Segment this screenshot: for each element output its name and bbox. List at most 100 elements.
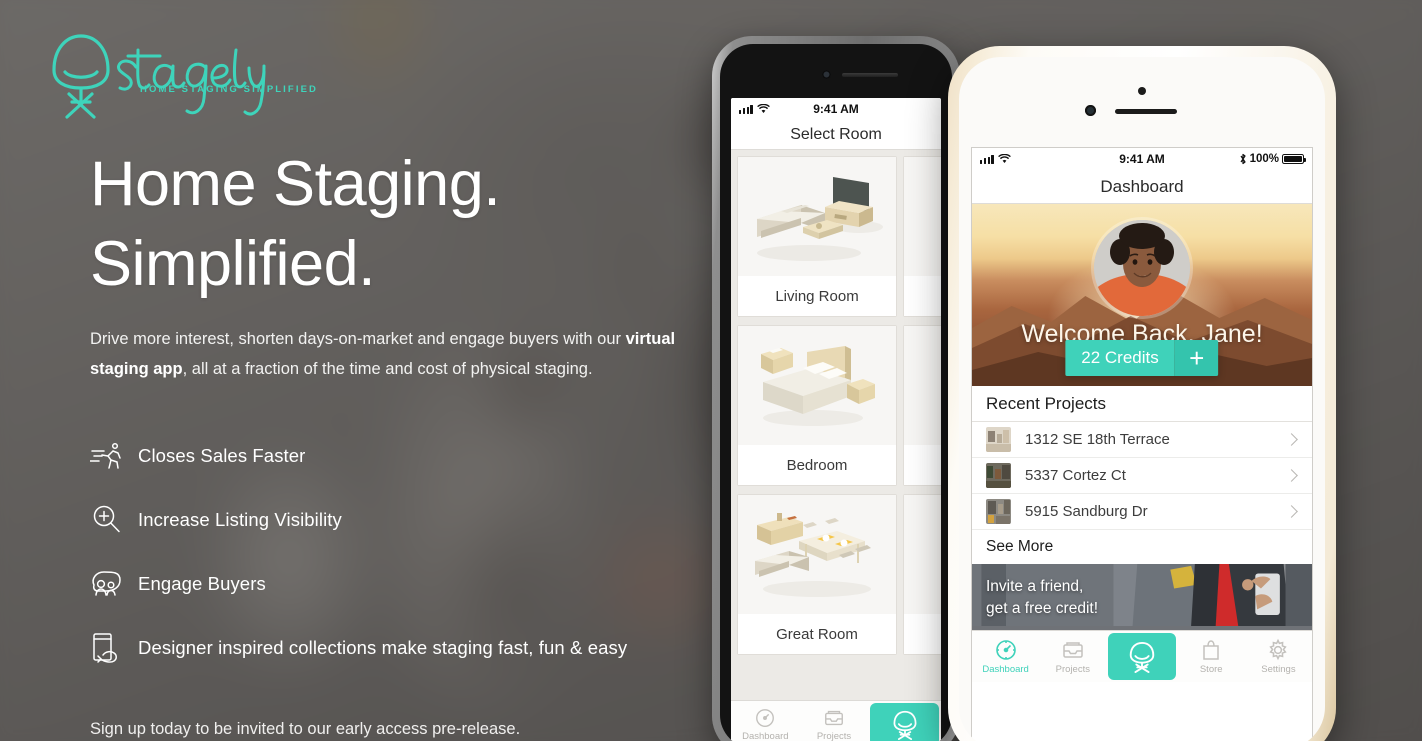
project-address: 5337 Cortez Ct	[1025, 467, 1126, 484]
phone-device-right: 9:41 AM 100% Dashboard Welcome Back, Jan…	[948, 46, 1336, 741]
status-left-group	[980, 154, 1119, 164]
project-address: 1312 SE 18th Terrace	[1025, 431, 1170, 448]
dashboard-hero-card: Welcome Back, Jane! 22 Credits +	[972, 204, 1312, 386]
stagely-logo[interactable]: HOME STAGING SIMPLIFIED	[40, 22, 316, 130]
bedroom-illustration	[738, 326, 896, 445]
room-label: Great Room	[738, 614, 896, 654]
tab-store-right[interactable]: Store	[1178, 631, 1245, 682]
credits-control[interactable]: 22 Credits +	[1065, 340, 1219, 376]
subcopy-part-2: , all at a fraction of the time and cost…	[182, 360, 593, 378]
chevron-right-icon	[1285, 505, 1298, 518]
tab-label: Projects	[816, 731, 852, 741]
chevron-right-icon	[1285, 469, 1298, 482]
hero-content: HOME STAGING SIMPLIFIED Home Staging. Si…	[0, 0, 760, 741]
room-card-great-room[interactable]: Great Room	[737, 494, 897, 655]
room-label-partial	[904, 445, 941, 485]
room-column-1: Living Room Bedroom Great Room	[737, 156, 897, 741]
table-row[interactable]: 1312 SE 18th Terrace	[972, 422, 1312, 458]
subcopy-part-1: Drive more interest, shorten days-on-mar…	[90, 330, 626, 348]
signup-text: Sign up today to be invited to our early…	[90, 720, 521, 738]
chair-logo-icon	[1129, 641, 1155, 673]
room-art-partial	[904, 326, 941, 445]
recent-projects-header: Recent Projects	[972, 386, 1312, 422]
headline-line-1: Home Staging.	[90, 149, 501, 219]
feature-item-increase-listing-visibility: Increase Listing Visibility	[90, 488, 760, 552]
tab-label: Projects	[1055, 664, 1090, 675]
battery-full-icon	[1282, 154, 1307, 164]
room-card-living-room[interactable]: Living Room	[737, 156, 897, 317]
tab-label: Dashboard	[982, 664, 1029, 675]
room-label-partial	[904, 276, 941, 316]
room-label: Living Room	[738, 276, 896, 316]
tab-settings-right[interactable]: Settings	[1245, 631, 1312, 682]
cellular-bars-icon	[980, 154, 994, 164]
hero-subcopy: Drive more interest, shorten days-on-mar…	[90, 324, 710, 384]
table-row[interactable]: 5337 Cortez Ct	[972, 458, 1312, 494]
see-more-link[interactable]: See More	[972, 530, 1312, 564]
invite-banner[interactable]: Invite a friend, get a free credit!	[972, 564, 1312, 630]
user-avatar-photo	[1094, 220, 1190, 316]
front-camera-icon	[822, 70, 831, 79]
invite-banner-text: Invite a friend, get a free credit!	[986, 576, 1098, 620]
logo-svg	[52, 34, 266, 119]
room-column-2	[903, 156, 941, 741]
phone-right-screen: 9:41 AM 100% Dashboard Welcome Back, Jan…	[971, 147, 1313, 741]
room-grid: Living Room Bedroom Great Room	[731, 150, 941, 741]
folder-icon	[1063, 642, 1083, 658]
gauge-icon	[995, 640, 1016, 660]
room-art-partial	[904, 157, 941, 276]
room-card-bedroom[interactable]: Bedroom	[737, 325, 897, 486]
chair-logo-icon	[893, 710, 917, 740]
feature-label: Designer inspired collections make stagi…	[138, 637, 628, 658]
front-camera-icon	[1085, 105, 1096, 116]
status-time: 9:41 AM	[813, 102, 859, 116]
earpiece-speaker	[842, 73, 898, 77]
feature-item-engage-buyers: Engage Buyers	[90, 552, 760, 616]
room-card-partial-1[interactable]	[903, 156, 941, 317]
project-thumbnail	[986, 427, 1011, 452]
phone-right-bezel: 9:41 AM 100% Dashboard Welcome Back, Jan…	[959, 57, 1325, 741]
shopping-bag-icon	[1203, 640, 1219, 660]
room-label: Bedroom	[738, 445, 896, 485]
living-room-illustration	[738, 157, 896, 276]
invite-line-1: Invite a friend,	[986, 578, 1084, 595]
folder-icon	[825, 710, 843, 726]
room-card-partial-2[interactable]	[903, 325, 941, 486]
feature-item-designer-collections: Designer inspired collections make stagi…	[90, 616, 760, 680]
headline-line-2: Simplified.	[90, 229, 376, 299]
living-room-art	[757, 176, 883, 261]
logo-wordmark	[116, 48, 266, 116]
add-credits-button[interactable]: +	[1174, 340, 1219, 376]
battery-percent: 100%	[1249, 153, 1280, 165]
credits-label[interactable]: 22 Credits	[1065, 340, 1175, 376]
magnifier-plus-icon	[90, 500, 138, 540]
hero-section: HOME STAGING SIMPLIFIED Home Staging. Si…	[0, 0, 1422, 741]
logo-tagline: HOME STAGING SIMPLIFIED	[140, 84, 318, 95]
room-card-partial-3[interactable]	[903, 494, 941, 655]
chevron-right-icon	[1285, 433, 1298, 446]
avatar[interactable]	[1094, 220, 1190, 316]
feature-list: Closes Sales Faster Increase Listing Vis…	[90, 424, 760, 680]
project-thumbnail	[986, 499, 1011, 524]
tab-projects-left[interactable]: Projects	[800, 701, 869, 741]
running-person-icon	[90, 436, 138, 476]
proximity-sensor-icon	[1138, 87, 1146, 95]
tab-label: Store	[1199, 664, 1223, 675]
nav-title-right: Dashboard	[972, 170, 1312, 204]
tab-bar-right: Dashboard Projects Store Settings	[972, 630, 1312, 682]
speech-bubble-people-icon	[90, 564, 138, 604]
tab-dashboard-right[interactable]: Dashboard	[972, 631, 1039, 682]
earpiece-speaker	[1115, 109, 1177, 114]
tab-projects-right[interactable]: Projects	[1039, 631, 1106, 682]
feature-item-closes-sales-faster: Closes Sales Faster	[90, 424, 760, 488]
tab-center-logo-right[interactable]	[1108, 633, 1176, 680]
great-room-art	[755, 512, 871, 597]
tab-center-logo-left[interactable]	[870, 703, 940, 741]
project-thumbnail	[986, 463, 1011, 488]
gear-icon	[1269, 638, 1288, 661]
feature-label: Increase Listing Visibility	[138, 509, 342, 530]
project-address: 5915 Sandburg Dr	[1025, 503, 1148, 520]
table-row[interactable]: 5915 Sandburg Dr	[972, 494, 1312, 530]
feature-label: Closes Sales Faster	[138, 445, 306, 466]
tab-bar-left: Dashboard Projects	[731, 700, 941, 741]
